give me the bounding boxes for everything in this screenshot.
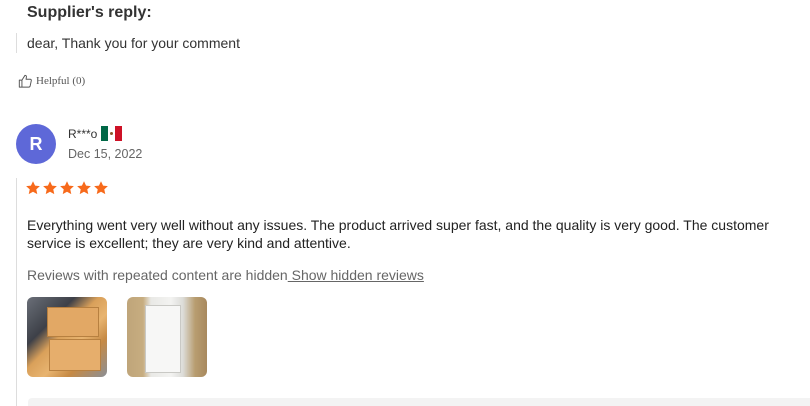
show-hidden-reviews-link[interactable]: Show hidden reviews: [288, 267, 424, 283]
avatar: R: [16, 124, 56, 164]
review-text: Everything went very well without any is…: [27, 217, 769, 251]
thumbs-up-icon: [18, 74, 32, 88]
review-photo[interactable]: [127, 297, 207, 377]
star-icon: [60, 181, 74, 195]
star-icon: [43, 181, 57, 195]
review-date: Dec 15, 2022: [68, 147, 143, 161]
supplier-reply-title: Supplier's reply:: [27, 4, 152, 21]
star-icon: [77, 181, 91, 195]
star-icon: [26, 181, 40, 195]
star-rating: [25, 180, 109, 196]
hidden-reviews-note: Reviews with repeated content are hidden…: [27, 267, 424, 283]
review-divider: [16, 178, 17, 406]
star-icon: [94, 181, 108, 195]
next-section-bar: [28, 398, 810, 406]
reviewer-name: R***o: [68, 126, 98, 141]
supplier-reply-text: dear, Thank you for your comment: [27, 35, 240, 51]
helpful-label: Helpful (0): [36, 75, 86, 87]
helpful-button[interactable]: Helpful (0): [18, 74, 85, 88]
review-photo[interactable]: [27, 297, 107, 377]
reviewer-info: R***o: [68, 126, 123, 141]
hidden-reviews-text: Reviews with repeated content are hidden: [27, 267, 288, 283]
reply-divider: [16, 33, 17, 53]
mexico-flag-icon: [101, 126, 123, 141]
